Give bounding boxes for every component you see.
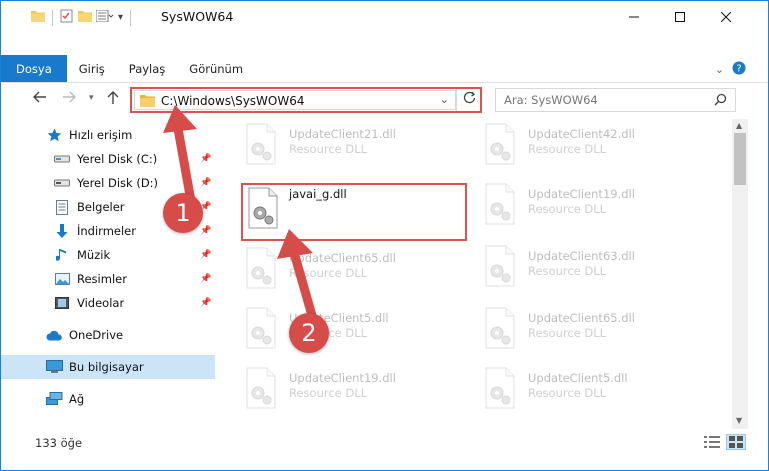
- step-2-badge: 2: [289, 313, 329, 353]
- annotation-arrows: [163, 105, 318, 321]
- explorer-window: ▾ SysWOW64 Dosya Giriş Paylaş Görünüm ⌄ …: [0, 0, 769, 471]
- step-1-badge: 1: [163, 193, 203, 233]
